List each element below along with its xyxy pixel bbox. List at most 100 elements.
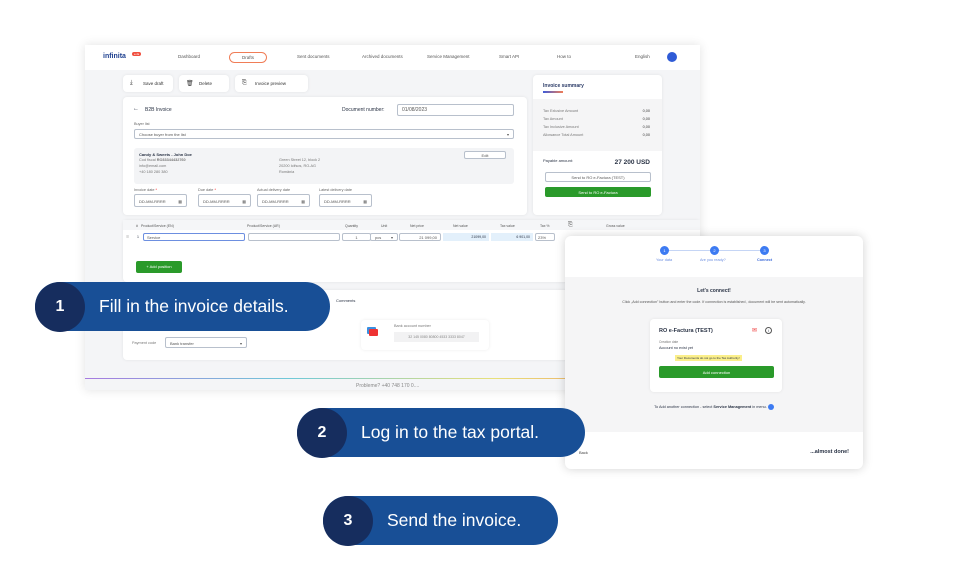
- step-label: Your data: [656, 258, 673, 262]
- quantity-input[interactable]: 1: [342, 233, 371, 241]
- callout-text: Send the invoice.: [387, 510, 522, 530]
- invoice-preview-button[interactable]: ⎘ Invoice preview: [235, 75, 308, 92]
- title-underline: [543, 91, 563, 93]
- connection-title: RO e-Factura (TEST): [659, 328, 713, 334]
- comments-tab[interactable]: Comments: [336, 298, 355, 303]
- preview-label: Invoice preview: [255, 81, 287, 86]
- summary-value: 0,00: [642, 125, 650, 129]
- product-ar-input[interactable]: [248, 233, 340, 241]
- net-value: 21099,00: [443, 233, 489, 241]
- chevron-down-icon: ▾: [390, 235, 393, 240]
- drag-handle-icon[interactable]: ☰: [126, 235, 129, 239]
- due-date-label: Due date *: [198, 188, 216, 192]
- actual-delivery-label: Actual delivery date: [257, 188, 291, 192]
- payment-code-select[interactable]: Bank transfer ▾: [165, 337, 247, 348]
- col-header: Product/Service (EN): [141, 224, 174, 228]
- callout-text: Fill in the invoice details.: [99, 296, 289, 316]
- modal-instructions: Click „Add connection" button and enter …: [622, 300, 806, 304]
- almost-done-text: ...almost done!: [810, 449, 849, 455]
- connect-modal: 1 2 3 Your data Are you ready? Connect L…: [565, 236, 863, 469]
- top-nav: infinita e-fa Dashboard Drafts Sent docu…: [85, 45, 700, 70]
- nav-service-management[interactable]: Service Management: [427, 54, 470, 59]
- unit-select[interactable]: pcs ▾: [370, 233, 398, 241]
- preview-icon: ⎘: [242, 80, 247, 86]
- actual-delivery-input[interactable]: DD-MM-RRRR ▦: [257, 194, 310, 207]
- invoice-date-label: Invoice date *: [134, 188, 158, 192]
- callout-2: 2 Log in to the tax portal.: [297, 407, 585, 458]
- col-header: Net value: [453, 224, 468, 228]
- nav-sent[interactable]: Sent documents: [297, 54, 330, 59]
- col-header: Tax %: [540, 224, 550, 228]
- nav-how-to[interactable]: How to: [557, 54, 571, 59]
- footer-text: Probleme? +40 748 170 0....: [356, 383, 420, 389]
- summary-title: Invoice summary: [543, 83, 584, 89]
- chevron-down-icon: ▾: [239, 341, 242, 346]
- table-header: # Product/Service (EN) Product/Service (…: [123, 220, 700, 230]
- summary-value: 0,00: [642, 117, 650, 121]
- edit-buyer-button[interactable]: Edit: [464, 151, 506, 159]
- account-status: Account no exist yet: [659, 346, 693, 350]
- invoice-title: B2B Invoice: [145, 107, 172, 113]
- bank-label: Bank account number: [394, 324, 431, 328]
- due-date-input[interactable]: DD-MM-RRRR ▦: [198, 194, 251, 207]
- tax-pct-select[interactable]: 23%: [535, 233, 555, 241]
- modal-heading: Let's connect!: [697, 288, 731, 294]
- col-header: Net price: [410, 224, 425, 228]
- invoice-date-input[interactable]: DD-MM-RRRR ▦: [134, 194, 187, 207]
- delete-button[interactable]: 🗑 Delete: [179, 75, 229, 92]
- summary-label: Allowance Total Amount: [543, 133, 584, 137]
- fiscal-code: Cod fiscal RO33344432760: [139, 158, 186, 162]
- buyer-phone: +40 180 280 380: [139, 170, 168, 174]
- back-button[interactable]: Back: [579, 450, 588, 455]
- row-number: 1: [137, 235, 139, 239]
- doc-number-input[interactable]: 01/08/2023: [397, 104, 514, 116]
- avatar[interactable]: [667, 52, 677, 62]
- modal-body: Let's connect! Click „Add connection" bu…: [565, 277, 863, 432]
- buyer-select[interactable]: Choose buyer from the list ▾: [134, 129, 514, 139]
- invoice-card: ← B2B Invoice Document number: 01/08/202…: [123, 97, 527, 215]
- col-header: Gross value: [606, 224, 625, 228]
- warning-banner: Your Documents do not go to the Tax Auth…: [675, 355, 742, 361]
- net-price-input[interactable]: 21 099,00: [399, 233, 441, 241]
- back-arrow-icon[interactable]: ←: [133, 106, 139, 112]
- step-number: 2: [297, 407, 347, 458]
- product-en-input[interactable]: Service: [143, 233, 245, 241]
- step-number: 3: [323, 495, 373, 546]
- step-1: 1: [660, 246, 669, 255]
- add-position-button[interactable]: + Add position: [136, 261, 182, 273]
- callout-3: 3 Send the invoice.: [323, 495, 558, 546]
- language-select[interactable]: English: [635, 54, 650, 59]
- help-icon[interactable]: [767, 404, 774, 410]
- col-header: Quantity: [345, 224, 359, 228]
- nav-dashboard[interactable]: Dashboard: [178, 54, 200, 59]
- chevron-down-icon: ▾: [506, 132, 509, 137]
- col-header: Product/Service (AR): [247, 224, 280, 228]
- col-header: Unit: [381, 224, 388, 228]
- save-draft-button[interactable]: ⤓ Save draft: [123, 75, 173, 92]
- latest-delivery-label: Latest delivery date: [319, 188, 352, 192]
- nav-archived[interactable]: Archived documents: [362, 54, 403, 59]
- send-test-button[interactable]: Send to RO e-Factura (TEST): [545, 172, 651, 182]
- summary-amounts: Tax Exlusive Amount 0,00 Tax Amount 0,00 T…: [533, 99, 662, 151]
- country: România: [279, 170, 295, 174]
- calendar-icon: ▦: [301, 199, 305, 204]
- logo: infinita: [103, 53, 126, 60]
- summary-label: Tax Amount: [543, 117, 563, 121]
- invoice-summary: Invoice summary Tax Exlusive Amount 0,00 …: [533, 75, 662, 215]
- delete-label: Delete: [199, 81, 213, 86]
- col-header: #: [136, 224, 138, 228]
- add-connection-button[interactable]: Add connection: [659, 366, 774, 378]
- address-line2: 20200 Iclfsos, RO-AG: [279, 164, 316, 168]
- nav-smart-api[interactable]: Smart API: [499, 54, 519, 59]
- nav-drafts[interactable]: Drafts: [229, 52, 268, 63]
- card-icon: [369, 329, 378, 336]
- send-button[interactable]: Send to RO e-Factura: [545, 187, 651, 197]
- buyer-label: Buyer list: [134, 122, 150, 126]
- buyer-email: info@email.com: [139, 164, 167, 168]
- latest-delivery-input[interactable]: DD-MM-RRRR ▦: [319, 194, 372, 207]
- buyer-name: Candy & Sweets - John Doe: [139, 152, 192, 157]
- summary-value: 0,00: [642, 133, 650, 137]
- attachment-icon[interactable]: ⎘: [568, 222, 573, 229]
- chat-notification-icon[interactable]: ✉: [752, 327, 757, 334]
- info-icon[interactable]: i: [765, 327, 772, 334]
